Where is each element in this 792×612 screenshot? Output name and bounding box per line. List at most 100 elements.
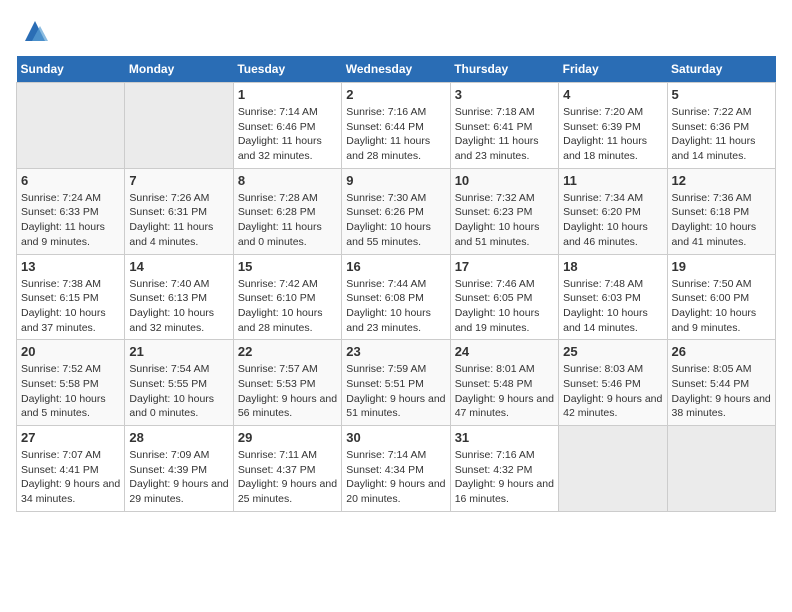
day-number: 1 [238, 87, 337, 102]
calendar-cell: 29 Sunrise: 7:11 AMSunset: 4:37 PMDayligh… [233, 426, 341, 512]
calendar-cell: 16Sunrise: 7:44 AMSunset: 6:08 PMDayligh… [342, 254, 450, 340]
day-info: Sunrise: 8:03 AMSunset: 5:46 PMDaylight:… [563, 362, 662, 421]
day-info: Sunrise: 7:20 AMSunset: 6:39 PMDaylight:… [563, 105, 662, 164]
day-number: 27 [21, 430, 120, 445]
day-number: 18 [563, 259, 662, 274]
day-number: 16 [346, 259, 445, 274]
day-number: 8 [238, 173, 337, 188]
day-info: Sunrise: 7:16 AMSunset: 4:32 PMDaylight:… [455, 448, 554, 507]
day-info: Sunrise: 7:09 AMSunset: 4:39 PMDaylight:… [129, 448, 228, 507]
calendar-cell: 19Sunrise: 7:50 AMSunset: 6:00 PMDayligh… [667, 254, 775, 340]
day-info: Sunrise: 7:14 AMSunset: 6:46 PMDaylight:… [238, 105, 337, 164]
header-thursday: Thursday [450, 56, 558, 83]
day-number: 3 [455, 87, 554, 102]
calendar-cell: 4 Sunrise: 7:20 AMSunset: 6:39 PMDaylight… [559, 83, 667, 169]
calendar-cell: 6 Sunrise: 7:24 AMSunset: 6:33 PMDaylight… [17, 168, 125, 254]
calendar-cell: 12 Sunrise: 7:36 AMSunset: 6:18 PMDayligh… [667, 168, 775, 254]
header-tuesday: Tuesday [233, 56, 341, 83]
day-info: Sunrise: 7:52 AMSunset: 5:58 PMDaylight:… [21, 362, 120, 421]
calendar-week-row: 20 Sunrise: 7:52 AMSunset: 5:58 PMDayligh… [17, 340, 776, 426]
calendar-cell: 7 Sunrise: 7:26 AMSunset: 6:31 PMDaylight… [125, 168, 233, 254]
calendar-week-row: 1 Sunrise: 7:14 AMSunset: 6:46 PMDaylight… [17, 83, 776, 169]
calendar-cell [17, 83, 125, 169]
header-wednesday: Wednesday [342, 56, 450, 83]
day-info: Sunrise: 7:28 AMSunset: 6:28 PMDaylight:… [238, 191, 337, 250]
day-number: 25 [563, 344, 662, 359]
calendar-cell: 13 Sunrise: 7:38 AMSunset: 6:15 PMDayligh… [17, 254, 125, 340]
calendar-cell: 5Sunrise: 7:22 AMSunset: 6:36 PMDaylight… [667, 83, 775, 169]
calendar-cell: 27 Sunrise: 7:07 AMSunset: 4:41 PMDayligh… [17, 426, 125, 512]
day-info: Sunrise: 8:01 AMSunset: 5:48 PMDaylight:… [455, 362, 554, 421]
calendar-cell: 30 Sunrise: 7:14 AMSunset: 4:34 PMDayligh… [342, 426, 450, 512]
day-info: Sunrise: 7:38 AMSunset: 6:15 PMDaylight:… [21, 277, 120, 336]
day-number: 22 [238, 344, 337, 359]
calendar-table: SundayMondayTuesdayWednesdayThursdayFrid… [16, 56, 776, 512]
day-info: Sunrise: 7:42 AMSunset: 6:10 PMDaylight:… [238, 277, 337, 336]
day-number: 17 [455, 259, 554, 274]
day-number: 15 [238, 259, 337, 274]
day-number: 9 [346, 173, 445, 188]
day-info: Sunrise: 7:36 AMSunset: 6:18 PMDaylight:… [672, 191, 771, 250]
day-info: Sunrise: 7:40 AMSunset: 6:13 PMDaylight:… [129, 277, 228, 336]
calendar-cell: 28 Sunrise: 7:09 AMSunset: 4:39 PMDayligh… [125, 426, 233, 512]
day-info: Sunrise: 7:26 AMSunset: 6:31 PMDaylight:… [129, 191, 228, 250]
day-number: 20 [21, 344, 120, 359]
day-number: 4 [563, 87, 662, 102]
calendar-cell: 8 Sunrise: 7:28 AMSunset: 6:28 PMDaylight… [233, 168, 341, 254]
calendar-cell: 24 Sunrise: 8:01 AMSunset: 5:48 PMDayligh… [450, 340, 558, 426]
day-info: Sunrise: 8:05 AMSunset: 5:44 PMDaylight:… [672, 362, 771, 421]
calendar-cell: 22 Sunrise: 7:57 AMSunset: 5:53 PMDayligh… [233, 340, 341, 426]
day-info: Sunrise: 7:07 AMSunset: 4:41 PMDaylight:… [21, 448, 120, 507]
day-info: Sunrise: 7:30 AMSunset: 6:26 PMDaylight:… [346, 191, 445, 250]
day-number: 6 [21, 173, 120, 188]
header-sunday: Sunday [17, 56, 125, 83]
calendar-cell: 20 Sunrise: 7:52 AMSunset: 5:58 PMDayligh… [17, 340, 125, 426]
day-number: 13 [21, 259, 120, 274]
calendar-cell [667, 426, 775, 512]
day-info: Sunrise: 7:11 AMSunset: 4:37 PMDaylight:… [238, 448, 337, 507]
calendar-cell: 10Sunrise: 7:32 AMSunset: 6:23 PMDayligh… [450, 168, 558, 254]
day-number: 5 [672, 87, 771, 102]
calendar-cell: 25 Sunrise: 8:03 AMSunset: 5:46 PMDayligh… [559, 340, 667, 426]
calendar-cell: 21Sunrise: 7:54 AMSunset: 5:55 PMDayligh… [125, 340, 233, 426]
calendar-cell [125, 83, 233, 169]
day-number: 2 [346, 87, 445, 102]
day-number: 29 [238, 430, 337, 445]
day-number: 12 [672, 173, 771, 188]
calendar-cell: 18 Sunrise: 7:48 AMSunset: 6:03 PMDayligh… [559, 254, 667, 340]
day-info: Sunrise: 7:54 AMSunset: 5:55 PMDaylight:… [129, 362, 228, 421]
calendar-cell: 26Sunrise: 8:05 AMSunset: 5:44 PMDayligh… [667, 340, 775, 426]
day-info: Sunrise: 7:48 AMSunset: 6:03 PMDaylight:… [563, 277, 662, 336]
day-number: 7 [129, 173, 228, 188]
page-header [16, 16, 776, 46]
day-info: Sunrise: 7:18 AMSunset: 6:41 PMDaylight:… [455, 105, 554, 164]
day-number: 10 [455, 173, 554, 188]
day-info: Sunrise: 7:14 AMSunset: 4:34 PMDaylight:… [346, 448, 445, 507]
day-info: Sunrise: 7:59 AMSunset: 5:51 PMDaylight:… [346, 362, 445, 421]
day-number: 23 [346, 344, 445, 359]
calendar-header-row: SundayMondayTuesdayWednesdayThursdayFrid… [17, 56, 776, 83]
calendar-cell: 14Sunrise: 7:40 AMSunset: 6:13 PMDayligh… [125, 254, 233, 340]
logo [16, 16, 50, 46]
day-info: Sunrise: 7:24 AMSunset: 6:33 PMDaylight:… [21, 191, 120, 250]
header-saturday: Saturday [667, 56, 775, 83]
calendar-week-row: 27 Sunrise: 7:07 AMSunset: 4:41 PMDayligh… [17, 426, 776, 512]
day-info: Sunrise: 7:57 AMSunset: 5:53 PMDaylight:… [238, 362, 337, 421]
calendar-cell: 17 Sunrise: 7:46 AMSunset: 6:05 PMDayligh… [450, 254, 558, 340]
day-number: 24 [455, 344, 554, 359]
calendar-cell: 2Sunrise: 7:16 AMSunset: 6:44 PMDaylight… [342, 83, 450, 169]
calendar-cell: 3 Sunrise: 7:18 AMSunset: 6:41 PMDaylight… [450, 83, 558, 169]
day-number: 11 [563, 173, 662, 188]
day-info: Sunrise: 7:46 AMSunset: 6:05 PMDaylight:… [455, 277, 554, 336]
day-info: Sunrise: 7:34 AMSunset: 6:20 PMDaylight:… [563, 191, 662, 250]
header-friday: Friday [559, 56, 667, 83]
calendar-week-row: 6 Sunrise: 7:24 AMSunset: 6:33 PMDaylight… [17, 168, 776, 254]
day-number: 30 [346, 430, 445, 445]
day-number: 28 [129, 430, 228, 445]
calendar-cell: 31Sunrise: 7:16 AMSunset: 4:32 PMDayligh… [450, 426, 558, 512]
calendar-cell: 1 Sunrise: 7:14 AMSunset: 6:46 PMDaylight… [233, 83, 341, 169]
calendar-cell: 9 Sunrise: 7:30 AMSunset: 6:26 PMDaylight… [342, 168, 450, 254]
calendar-cell: 11 Sunrise: 7:34 AMSunset: 6:20 PMDayligh… [559, 168, 667, 254]
day-info: Sunrise: 7:50 AMSunset: 6:00 PMDaylight:… [672, 277, 771, 336]
calendar-week-row: 13 Sunrise: 7:38 AMSunset: 6:15 PMDayligh… [17, 254, 776, 340]
